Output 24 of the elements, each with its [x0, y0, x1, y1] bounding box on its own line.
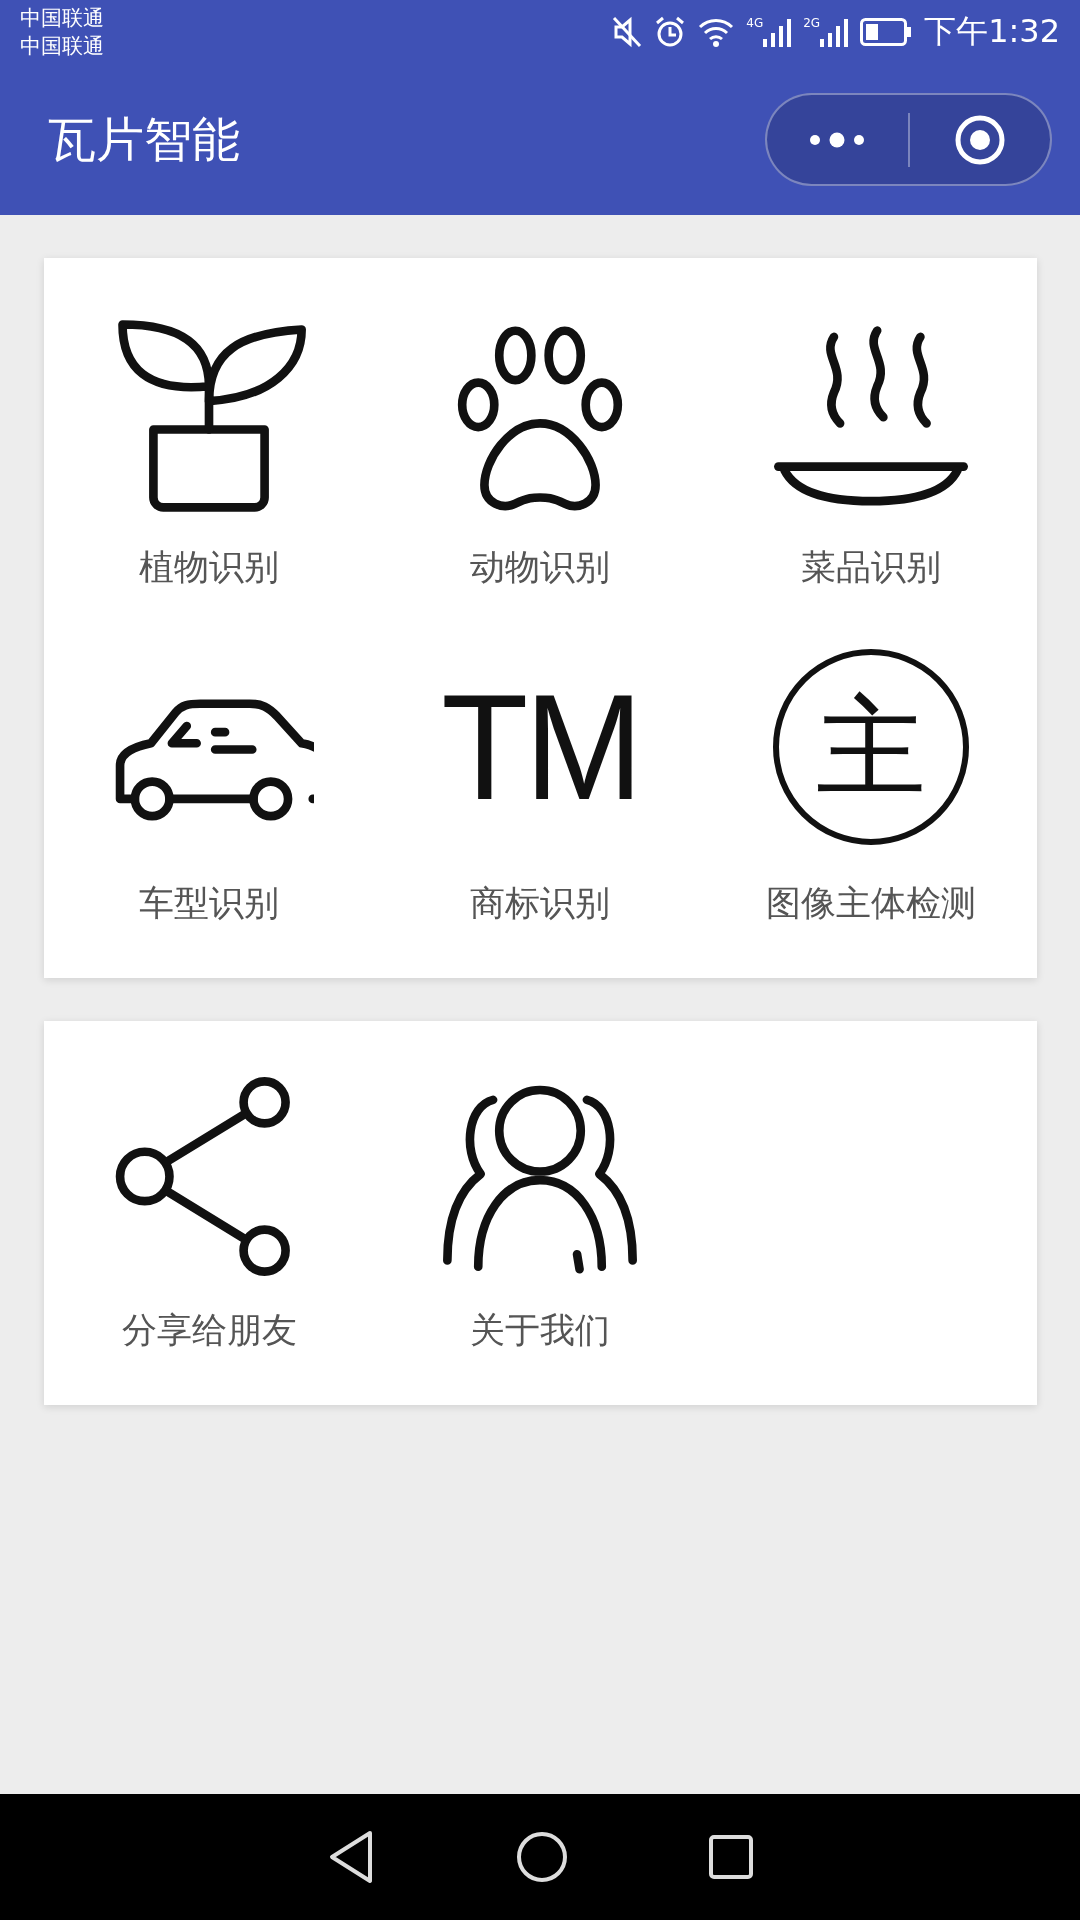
carrier-name: 中国联通: [20, 33, 104, 60]
signal-icon: [763, 17, 792, 47]
menu-item[interactable]: 菜品识别: [705, 306, 1037, 642]
menu-item[interactable]: 车型识别: [43, 642, 375, 978]
circled-character-icon: 主: [773, 649, 969, 845]
trademark-icon: TM: [440, 672, 640, 822]
battery-icon: [860, 18, 913, 46]
menu-item[interactable]: 分享给朋友: [43, 1069, 375, 1405]
menu-item[interactable]: 动物识别: [374, 306, 706, 642]
mute-icon: [612, 16, 643, 48]
signal-icon: [820, 17, 849, 47]
carrier-name: 中国联通: [20, 5, 104, 32]
wifi-icon: [698, 17, 735, 47]
network-label: 2G: [803, 17, 821, 29]
menu-item[interactable]: 关于我们: [374, 1069, 706, 1405]
home-button[interactable]: [516, 1831, 568, 1883]
status-time: 下午1:32: [924, 11, 1060, 52]
menu-item[interactable]: 植物识别: [43, 306, 375, 642]
menu-item[interactable]: 主 图像主体检测: [705, 642, 1037, 978]
recents-button[interactable]: [708, 1834, 754, 1880]
menu-item[interactable]: TM 商标识别: [374, 642, 706, 978]
network-label: 4G: [746, 17, 764, 29]
page-title: 瓦片智能: [48, 109, 240, 169]
alarm-icon: [654, 16, 687, 48]
